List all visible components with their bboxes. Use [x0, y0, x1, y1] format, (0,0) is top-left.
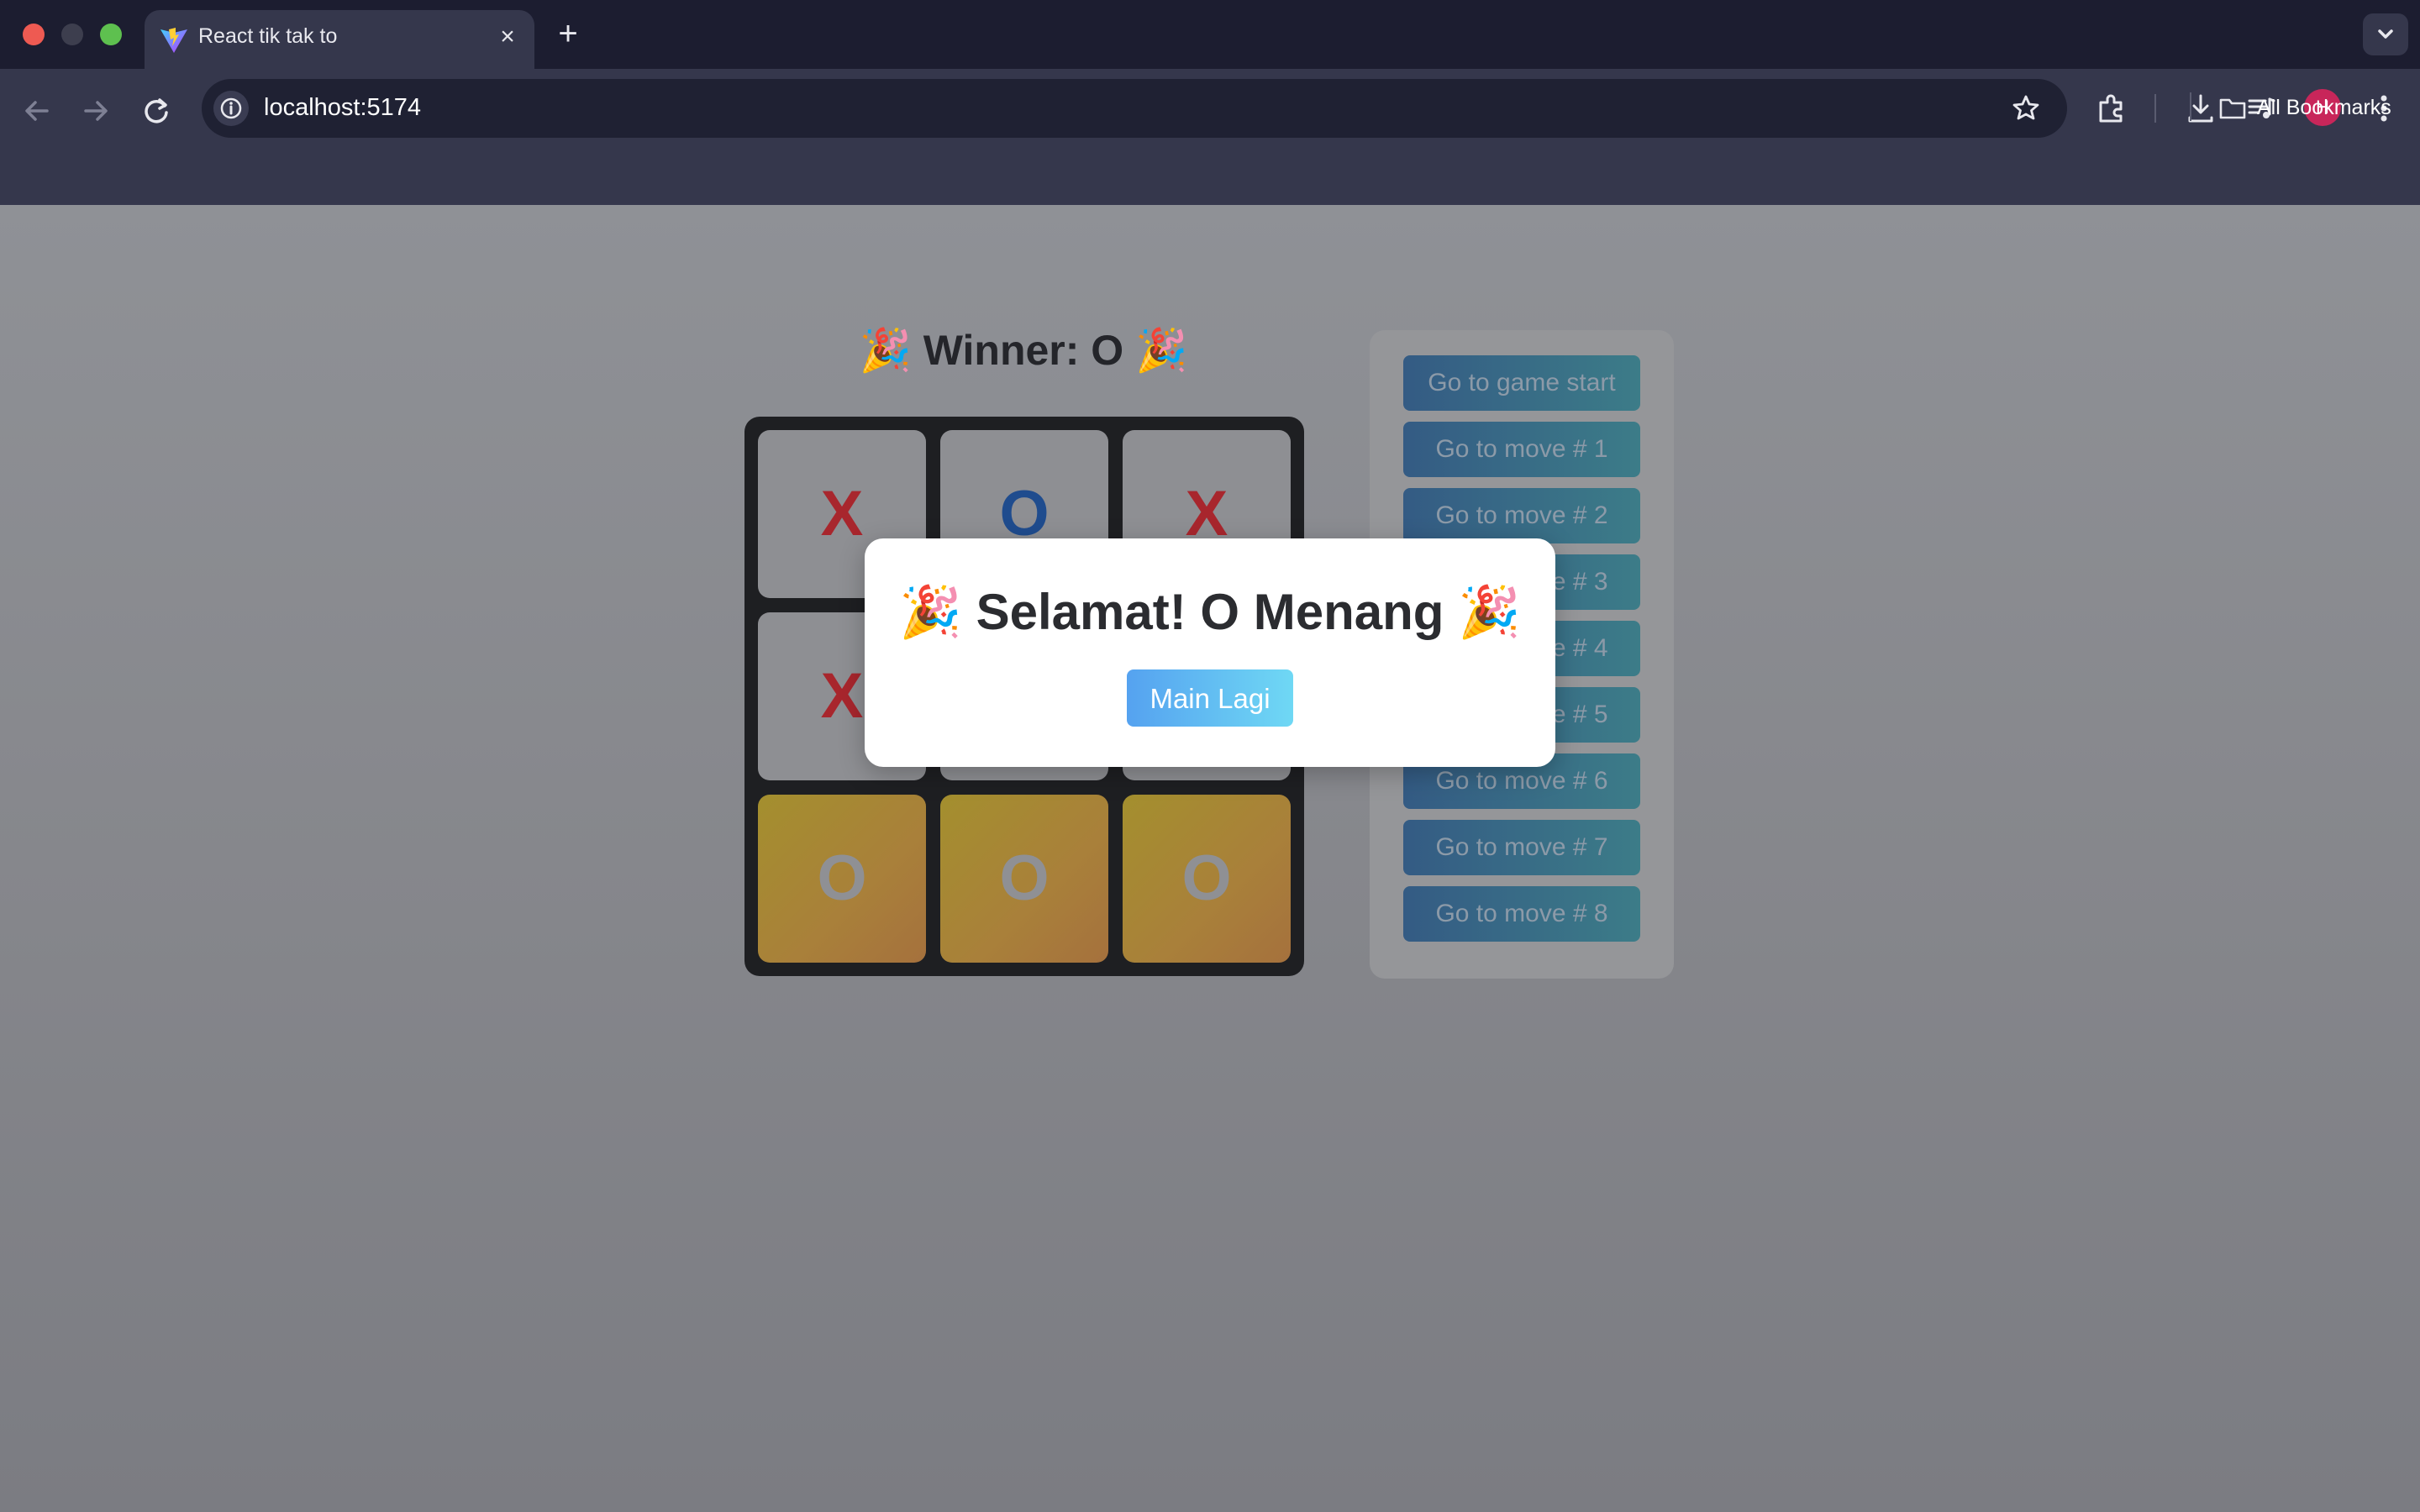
all-bookmarks-button[interactable]: All Bookmarks	[2218, 91, 2391, 124]
site-info-icon[interactable]	[213, 91, 249, 126]
new-tab-icon[interactable]: +	[551, 15, 585, 52]
board-cell[interactable]: O	[758, 795, 926, 963]
address-bar[interactable]: localhost:5174	[202, 79, 2067, 138]
download-icon[interactable]	[2180, 87, 2222, 129]
history-move-button[interactable]: Go to move # 8	[1403, 886, 1640, 942]
board-cell[interactable]: O	[940, 795, 1108, 963]
browser-tabstrip: React tik tak to × +	[0, 0, 2420, 69]
history-move-button[interactable]: Go to move # 1	[1403, 422, 1640, 477]
info-icon	[220, 97, 242, 119]
history-move-button[interactable]: Go to move # 7	[1403, 820, 1640, 875]
modal-title: 🎉 Selamat! O Menang 🎉	[899, 584, 1521, 640]
folder-icon	[2219, 99, 2246, 119]
forward-icon[interactable]	[76, 91, 116, 131]
window-minimize-button[interactable]	[61, 24, 83, 45]
browser-tab[interactable]: React tik tak to ×	[145, 10, 534, 69]
tab-title: React tik tak to	[198, 24, 338, 48]
window-close-button[interactable]	[23, 24, 45, 45]
play-again-button[interactable]: Main Lagi	[1127, 669, 1293, 727]
tab-close-icon[interactable]: ×	[492, 22, 523, 52]
game-status: 🎉 Winner: O 🎉	[859, 327, 1188, 374]
tab-search-button[interactable]	[2363, 13, 2408, 55]
board-cell[interactable]: O	[1123, 795, 1291, 963]
chevron-down-icon	[2378, 29, 2393, 39]
toolbar-divider	[2154, 94, 2156, 123]
winner-modal: 🎉 Selamat! O Menang 🎉 Main Lagi	[865, 538, 1555, 767]
all-bookmarks-label: All Bookmarks	[2257, 96, 2391, 119]
bookmark-star-icon[interactable]	[2008, 91, 2044, 126]
reload-icon[interactable]	[136, 91, 176, 131]
bookmarks-divider	[2190, 92, 2191, 121]
browser-toolbar: localhost:5174 H	[0, 69, 2420, 215]
extensions-icon[interactable]	[2091, 87, 2133, 129]
url-text[interactable]: localhost:5174	[264, 94, 421, 122]
window-zoom-button[interactable]	[100, 24, 122, 45]
back-icon[interactable]	[17, 91, 57, 131]
history-move-button[interactable]: Go to move # 2	[1403, 488, 1640, 543]
vite-favicon-icon	[160, 28, 187, 53]
history-move-button[interactable]: Go to game start	[1403, 355, 1640, 411]
